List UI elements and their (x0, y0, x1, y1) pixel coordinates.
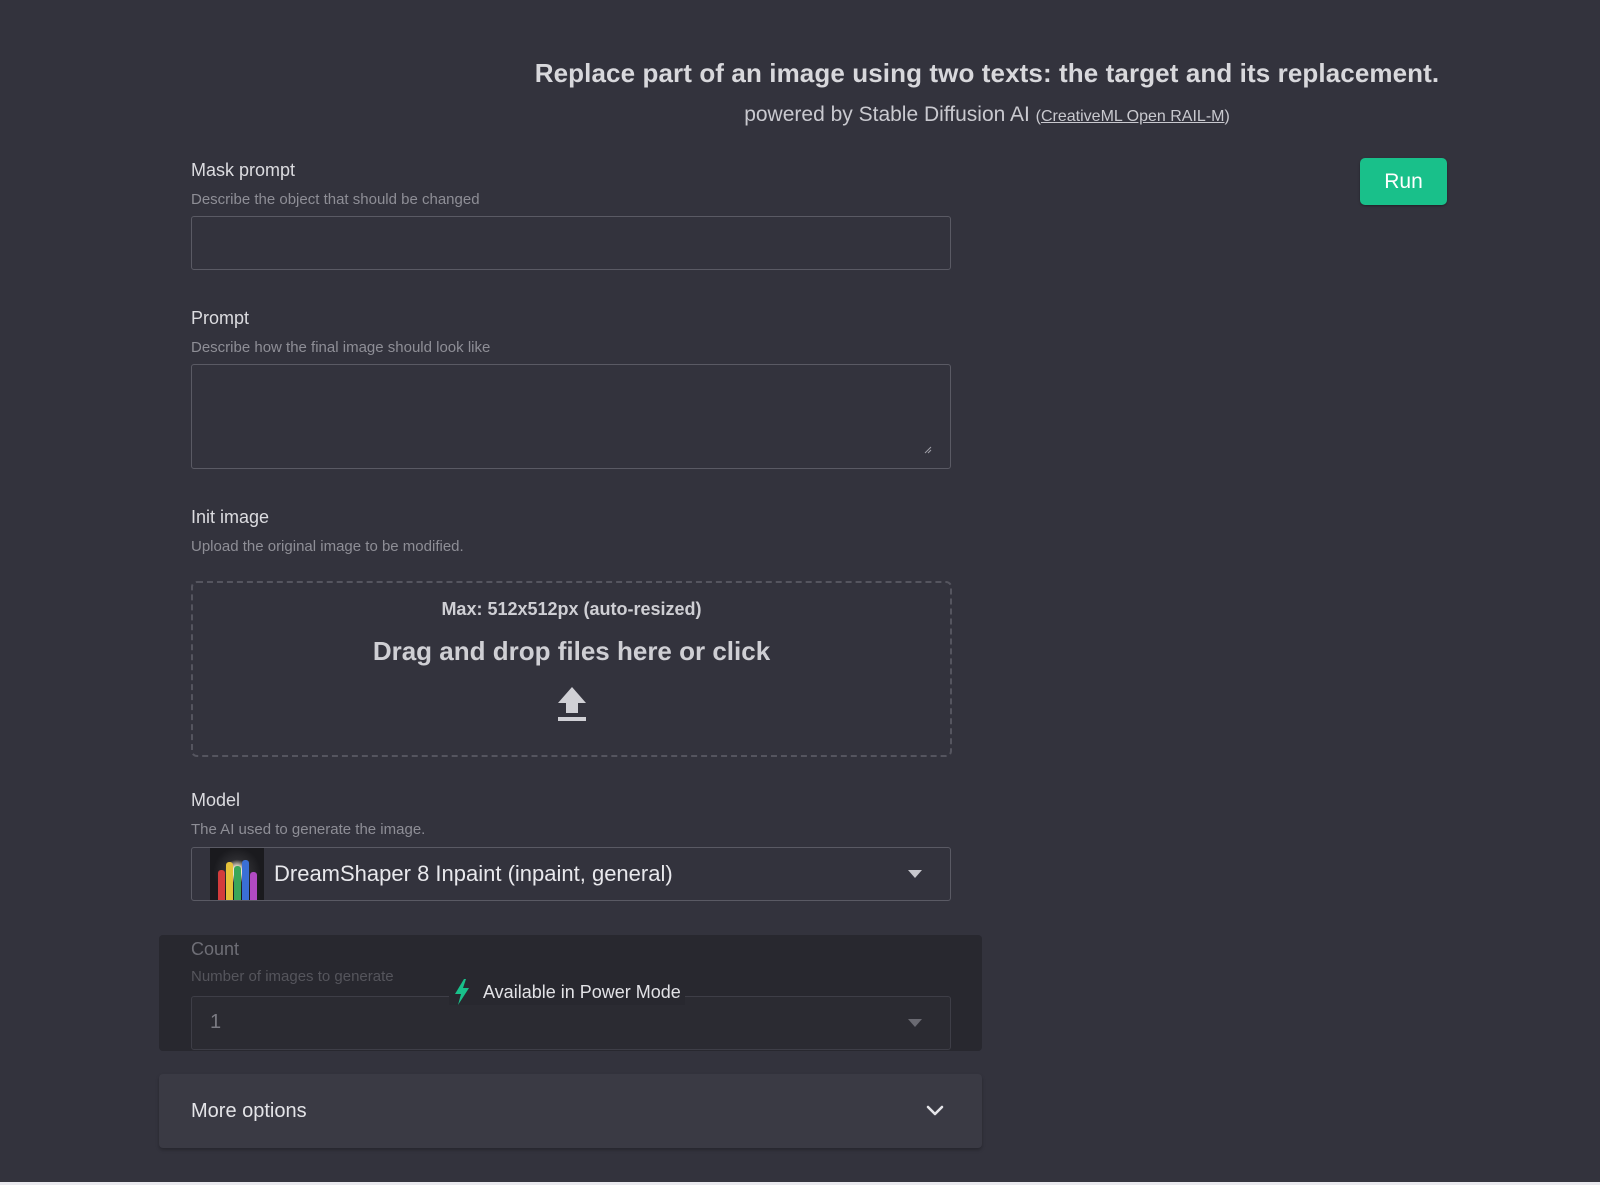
run-button[interactable]: Run (1360, 158, 1447, 205)
count-caret-icon (908, 1019, 922, 1027)
prompt-help: Describe how the final image should look… (191, 339, 491, 356)
count-label: Count (191, 939, 240, 959)
page-header: Replace part of an image using two texts… (0, 58, 1600, 127)
count-help: Number of images to generate (191, 968, 394, 985)
dropzone-max-size: Max: 512x512px (auto-resized) (441, 599, 702, 619)
mask-prompt-input[interactable] (191, 216, 951, 270)
image-dropzone[interactable]: Max: 512x512px (auto-resized) Drag and d… (191, 581, 952, 757)
mask-prompt-help: Describe the object that should be chang… (191, 191, 480, 208)
model-label: Model (191, 790, 241, 810)
model-selected-value: DreamShaper 8 Inpaint (inpaint, general) (274, 861, 673, 886)
power-mode-badge[interactable]: Available in Power Mode (449, 979, 685, 1005)
mask-prompt-label: Mask prompt (191, 160, 296, 180)
page: Replace part of an image using two texts… (0, 0, 1600, 1185)
powered-by-line: powered by Stable Diffusion AI (Creative… (0, 103, 1600, 127)
model-select[interactable]: DreamShaper 8 Inpaint (inpaint, general) (191, 847, 951, 901)
lightning-icon (455, 979, 469, 1005)
power-mode-text: Available in Power Mode (483, 981, 681, 1002)
page-title: Replace part of an image using two texts… (534, 58, 1440, 88)
mask-prompt-field: Mask prompt Describe the object that sho… (191, 160, 951, 208)
count-power-panel: Count Number of images to generate 1 Ava… (159, 935, 982, 1051)
license-paren-close: ) (1224, 108, 1230, 125)
prompt-textarea[interactable] (191, 364, 951, 469)
model-field: Model The AI used to generate the image. (191, 790, 951, 838)
dropzone-text: Drag and drop files here or click (372, 636, 771, 666)
more-options-label: More options (191, 1099, 307, 1122)
chevron-down-icon (926, 1105, 944, 1116)
count-selected-value: 1 (210, 1011, 222, 1033)
model-help: The AI used to generate the image. (191, 821, 426, 838)
resize-grip-icon[interactable] (924, 446, 932, 454)
dropdown-caret-icon (908, 870, 922, 878)
init-image-help: Upload the original image to be modified… (191, 538, 464, 555)
license-link[interactable]: CreativeML Open RAIL-M (1041, 108, 1224, 125)
init-image-field: Init image Upload the original image to … (191, 507, 951, 555)
prompt-label: Prompt (191, 308, 250, 328)
powered-by-text: powered by Stable Diffusion AI (744, 103, 1030, 126)
upload-icon (557, 687, 586, 721)
init-image-label: Init image (191, 507, 270, 527)
model-thumbnail (210, 848, 264, 900)
more-options-toggle[interactable]: More options (159, 1074, 982, 1148)
prompt-field: Prompt Describe how the final image shou… (191, 308, 951, 356)
